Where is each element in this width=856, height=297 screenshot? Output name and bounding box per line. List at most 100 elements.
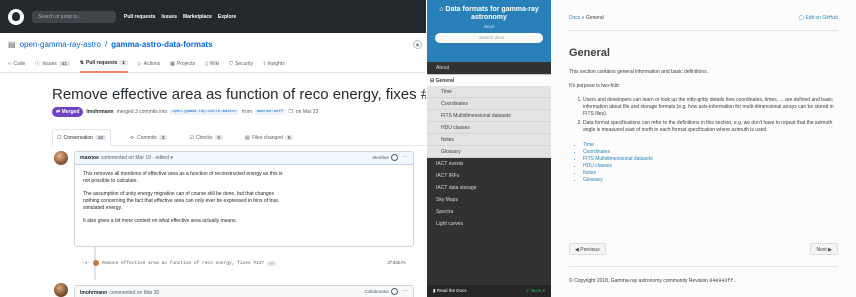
shield-icon: ⛉ xyxy=(229,60,233,67)
arrow-right-icon: ▶ xyxy=(826,247,832,253)
tab-label: Commits xyxy=(137,134,157,141)
tab-label: Code xyxy=(13,60,26,67)
sidebar-item-iact-events[interactable]: IACT events xyxy=(427,158,551,170)
tab-insights[interactable]: ⌇ Insights xyxy=(263,55,285,73)
sidebar-item-notes[interactable]: Notes xyxy=(427,134,551,146)
head-branch[interactable]: maxnoe:aeff xyxy=(255,109,286,115)
docs-title[interactable]: ⌂ Data formats for gamma-ray astronomy xyxy=(427,6,551,22)
docs-version: latest xyxy=(483,24,495,29)
sidebar-item-spectra[interactable]: Spectra xyxy=(427,206,551,218)
sidebar-item-sky-maps[interactable]: Sky Maps xyxy=(427,194,551,206)
divider xyxy=(569,30,838,31)
list-item: Data format specifications can refer to … xyxy=(583,120,838,134)
list-item: Users and developers can learn or look u… xyxy=(583,97,838,118)
pr-title-text: Remove effective area as function of rec… xyxy=(52,86,426,103)
pr-author-link[interactable]: lmohrmann xyxy=(86,109,113,115)
sidebar-item-about[interactable]: About xyxy=(427,62,551,74)
tab-files-changed[interactable]: ▤ Files changed 5 xyxy=(241,129,297,146)
tab-wiki[interactable]: ▯ Wiki xyxy=(205,55,219,73)
kebab-icon[interactable]: ··· xyxy=(402,288,408,294)
kebab-icon[interactable]: ··· xyxy=(402,154,408,160)
sidebar-item-time[interactable]: Time xyxy=(427,86,551,98)
tab-checks[interactable]: ☑ Checks 0 xyxy=(185,129,227,146)
repo-tabs: ‹› Code ⓘ Issues 41 ⇅ Pull requests 1 ▷ Action… xyxy=(0,55,426,73)
toc-link-fits-multidimensional[interactable]: FITS Multidimensional datasets xyxy=(583,156,838,163)
tab-label: Actions xyxy=(143,60,161,67)
tab-conversation[interactable]: ☐ Conversation 10 xyxy=(52,129,111,146)
pull-request-icon: ⇅ xyxy=(79,59,84,66)
comment-meta: commented on Mar 20 xyxy=(109,289,160,296)
sidebar-item-hdu-classes[interactable]: HDU classes xyxy=(427,122,551,134)
copy-icon[interactable]: ❐ xyxy=(288,109,292,115)
sidebar-header: ⌂ Data formats for gamma-ray astronomy l… xyxy=(427,0,551,62)
docs-search-input[interactable]: Search docs xyxy=(435,33,543,43)
code-icon: ‹› xyxy=(8,60,12,67)
tab-pull-requests[interactable]: ⇅ Pull requests 1 xyxy=(79,55,128,73)
tab-issues[interactable]: ⓘ Issues 41 xyxy=(35,55,70,73)
search-input[interactable]: Search or jump to... xyxy=(32,10,116,23)
toc-link-time[interactable]: Time xyxy=(583,142,838,149)
nav-explore[interactable]: Explore xyxy=(218,14,236,20)
ellipsis-icon[interactable]: … xyxy=(267,260,276,266)
sidebar-item-fits-multidimensional[interactable]: FITS Multidimensional datasets xyxy=(427,110,551,122)
toc-link-notes[interactable]: Notes xyxy=(583,170,838,177)
base-branch[interactable]: open-gamma-ray-astro:master xyxy=(170,109,239,115)
file-diff-icon: ▤ xyxy=(245,134,250,141)
tab-label: Insights xyxy=(267,60,285,67)
edit-on-github-link[interactable]: ◯ Edit on GitHub xyxy=(798,15,838,21)
divider xyxy=(569,266,838,267)
commit-sha[interactable]: 3fd6b7e xyxy=(387,261,406,266)
previous-button[interactable]: ◀ Previous xyxy=(569,243,606,255)
avatar[interactable] xyxy=(54,151,68,165)
page-title: General xyxy=(569,47,610,59)
tab-security[interactable]: ⛉ Security xyxy=(229,55,253,73)
merged-badge: ⇄ Merged xyxy=(52,107,84,117)
footer-version: v: latest ▾ xyxy=(525,288,545,293)
tab-commits[interactable]: -o- Commits 3 xyxy=(125,129,171,146)
docs-sidebar: ⌂ Data formats for gamma-ray astronomy l… xyxy=(427,0,551,297)
breadcrumb-docs[interactable]: Docs xyxy=(569,15,580,21)
repo-name-link[interactable]: gamma-astro-data-formats xyxy=(111,40,212,49)
emoji-icon[interactable] xyxy=(391,154,398,161)
toc-link-glossary[interactable]: Glossary xyxy=(583,177,838,184)
chevron-down-icon[interactable]: ▾ xyxy=(169,155,173,161)
github-header: Search or jump to... Pull requests Issue… xyxy=(0,0,426,33)
comment-author[interactable]: lmohrmann xyxy=(80,290,107,296)
sidebar-item-light-curves[interactable]: Light curves xyxy=(427,218,551,230)
commit-message[interactable]: Remove effective area as function of rec… xyxy=(102,261,264,266)
sidebar-item-iact-irfs[interactable]: IACT IRFs xyxy=(427,170,551,182)
repo-owner-link[interactable]: open-gamma-ray-astro xyxy=(20,40,101,49)
avatar[interactable] xyxy=(54,283,68,297)
tab-actions[interactable]: ▷ Actions xyxy=(138,55,160,73)
tab-projects[interactable]: ▦ Projects xyxy=(170,55,195,73)
commit-avatar[interactable] xyxy=(93,260,100,266)
book-icon: ▯ xyxy=(204,60,208,67)
repo-header: ▤ open-gamma-ray-astro / gamma-astro-dat… xyxy=(0,33,426,55)
tab-label: Projects xyxy=(176,60,195,67)
sidebar-item-coordinates[interactable]: Coordinates xyxy=(427,98,551,110)
github-panel: Search or jump to... Pull requests Issue… xyxy=(0,0,426,297)
github-logo-icon[interactable] xyxy=(8,8,24,25)
play-icon: ▷ xyxy=(137,60,142,67)
nav-marketplace[interactable]: Marketplace xyxy=(183,14,212,20)
sidebar-item-general[interactable]: ⊟ General xyxy=(427,74,551,86)
version-switcher[interactable]: ▮ Read the Docs v: latest ▾ xyxy=(427,285,551,297)
toc-link-hdu-classes[interactable]: HDU classes xyxy=(583,163,838,170)
watch-icon[interactable]: ◉ xyxy=(413,40,422,49)
count-badge: 41 xyxy=(58,61,70,66)
sidebar-item-glossary[interactable]: Glossary xyxy=(427,146,551,158)
toc-link-coordinates[interactable]: Coordinates xyxy=(583,149,838,156)
copyright-text: © Copyright 2018, Gamma-ray astronomy co… xyxy=(569,278,709,284)
nav-pull-requests[interactable]: Pull requests xyxy=(124,14,155,20)
next-button[interactable]: Next ▶ xyxy=(810,243,838,255)
tab-code[interactable]: ‹› Code xyxy=(8,55,25,73)
checklist-icon: ☑ xyxy=(189,134,194,141)
nav-issues[interactable]: Issues xyxy=(161,14,177,20)
commit-icon: -o- xyxy=(82,260,91,266)
count-badge: 3 xyxy=(158,135,168,140)
sidebar-item-iact-data-storage[interactable]: IACT data storage xyxy=(427,182,551,194)
emoji-icon[interactable] xyxy=(391,288,398,295)
tab-label: Issues xyxy=(42,60,57,67)
comment-author[interactable]: maxnoe xyxy=(80,155,99,161)
role-badge: Collaborator xyxy=(364,289,389,294)
